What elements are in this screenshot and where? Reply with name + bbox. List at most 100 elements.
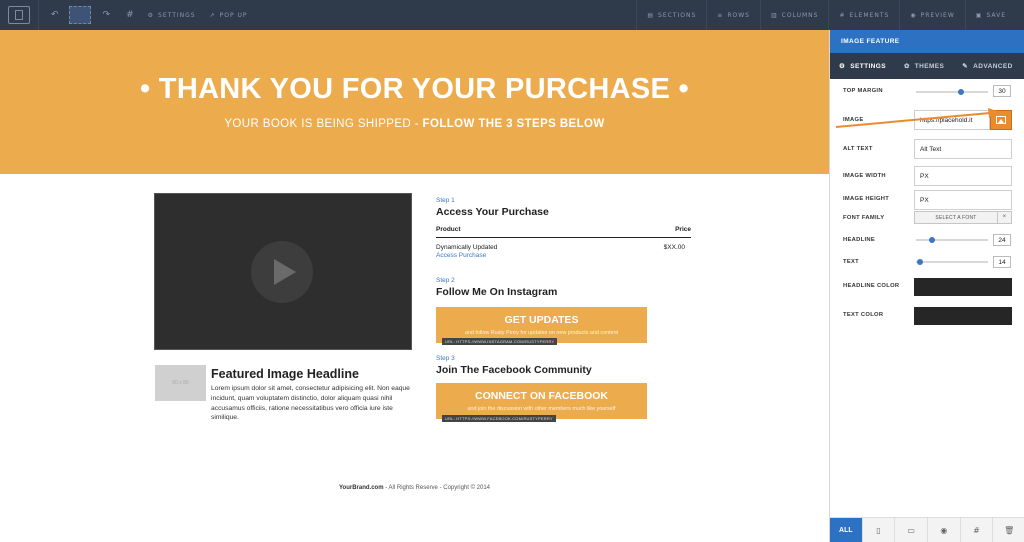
alt-text-input[interactable]: Alt Text [914, 139, 1012, 159]
hero-title: • THANK YOU FOR YOUR PURCHASE • [140, 73, 689, 105]
hero-section[interactable]: • THANK YOU FOR YOUR PURCHASE • YOUR BOO… [0, 30, 829, 174]
clear-font-icon[interactable]: × [997, 212, 1011, 223]
preview-button[interactable]: ◉ PREVIEW [899, 0, 964, 30]
facebook-url-tag: URL: HTTPS://WWW.FACEBOOK.COM/RUSTYPERRY [442, 415, 556, 422]
elements-icon: # [839, 11, 846, 19]
top-margin-label: TOP MARGIN [843, 88, 883, 94]
step1-label: Step 1 [436, 197, 455, 204]
image-url-input[interactable]: https://placehold.it [914, 110, 990, 130]
play-icon[interactable] [251, 241, 313, 303]
tab-settings[interactable]: ⚙ SETTINGS [830, 53, 895, 79]
page-footer: YourBrand.com - All Rights Reserve - Cop… [0, 485, 829, 491]
purchase-table: Product Price Dynamically Updated Access… [436, 226, 691, 259]
popup-label: POP UP [219, 11, 248, 19]
headline-size-label: HEADLINE [843, 237, 876, 243]
eye-icon[interactable]: ◉ [927, 518, 960, 542]
headline-size-slider[interactable] [916, 237, 988, 243]
columns-button[interactable]: ▥ COLUMNS [759, 0, 829, 30]
top-toolbar: ↶ ↷ # ⚙ SETTINGS ↗ POP UP ▤ SECTIONS ≡ R… [0, 0, 1024, 30]
table-row: Dynamically Updated Access Purchase $XX.… [436, 238, 691, 259]
headline-size-slider-knob[interactable] [928, 237, 935, 243]
undo-icon[interactable]: ↶ [51, 10, 59, 20]
image-icon [996, 116, 1006, 124]
tab-themes-label: THEMES [914, 62, 945, 70]
get-updates-subtext: and follow Rusty Perry for updates on ne… [464, 330, 619, 336]
product-name: Dynamically Updated [436, 244, 498, 251]
connect-facebook-label: CONNECT ON FACEBOOK [474, 390, 608, 402]
headline-size-value[interactable]: 24 [993, 234, 1011, 246]
column-price: Price [675, 226, 691, 233]
hero-subtitle-plain: YOUR BOOK IS BEING SHIPPED - [224, 118, 423, 130]
text-size-slider[interactable] [916, 259, 988, 265]
image-width-input[interactable]: PX [914, 166, 1012, 186]
redo-icon[interactable]: ↷ [103, 10, 111, 20]
mobile-icon[interactable]: ▯ [861, 518, 895, 542]
sections-icon: ▤ [647, 11, 655, 19]
video-player[interactable] [154, 193, 412, 350]
image-label: IMAGE [843, 117, 864, 123]
image-height-input[interactable]: PX [914, 190, 1012, 210]
hash-icon[interactable]: # [126, 10, 134, 20]
rows-button[interactable]: ≡ ROWS [706, 0, 760, 30]
tab-advanced[interactable]: ✎ ADVANCED [953, 53, 1021, 79]
feature-text: Lorem ipsum dolor sit amet, consectetur … [211, 385, 410, 422]
top-margin-value[interactable]: 30 [993, 85, 1011, 97]
footer-brand: YourBrand.com [338, 485, 384, 491]
step3-block: Step 3 Join The Facebook Community [436, 355, 696, 376]
hash-icon[interactable]: # [959, 518, 993, 542]
popup-button[interactable]: ↗ POP UP [210, 12, 248, 19]
desktop-icon[interactable]: ▭ [894, 518, 927, 542]
settings-label: SETTINGS [158, 11, 196, 19]
palette-icon: ✿ [903, 63, 910, 70]
wrench-icon: ✎ [962, 63, 969, 70]
select-font-button[interactable]: SELECT A FONT × [914, 211, 1012, 224]
headline-color-swatch[interactable] [914, 278, 1012, 296]
select-font-label: SELECT A FONT [935, 215, 977, 221]
text-size-slider-knob[interactable] [916, 259, 923, 265]
layout-icon[interactable] [8, 6, 30, 24]
save-button[interactable]: ▣ SAVE [964, 0, 1016, 30]
text-size-value[interactable]: 14 [993, 256, 1011, 268]
step1-title: Access Your Purchase [436, 206, 549, 218]
top-margin-slider-knob[interactable] [957, 89, 964, 95]
alt-text-label: ALT TEXT [843, 146, 873, 152]
text-color-label: TEXT COLOR [843, 312, 884, 318]
sections-label: SECTIONS [658, 11, 697, 19]
external-link-icon: ↗ [209, 11, 216, 19]
hero-subtitle: YOUR BOOK IS BEING SHIPPED - FOLLOW THE … [0, 118, 829, 130]
rows-label: ROWS [727, 11, 750, 19]
save-icon: ▣ [975, 11, 983, 19]
toolbar-right-group: ▤ SECTIONS ≡ ROWS ▥ COLUMNS # ELEMENTS ◉… [636, 0, 1016, 30]
image-height-label: IMAGE HEIGHT [843, 196, 890, 202]
page-canvas: • THANK YOU FOR YOUR PURCHASE • YOUR BOO… [0, 30, 829, 542]
feature-thumbnail[interactable]: 80 x 80 [155, 365, 206, 401]
step3-label: Step 3 [436, 355, 455, 362]
text-color-swatch[interactable] [914, 307, 1012, 325]
tab-settings-label: SETTINGS [850, 62, 886, 70]
sections-button[interactable]: ▤ SECTIONS [636, 0, 706, 30]
trash-icon[interactable]: 🗑 [992, 518, 1024, 542]
instagram-url-tag: URL: HTTPS://WWW.INSTAGRAM.COM/RUSTYPERR… [442, 338, 558, 345]
product-price: $XX.00 [663, 244, 685, 251]
step3-title: Join The Facebook Community [436, 364, 592, 376]
settings-button[interactable]: ⚙ SETTINGS [148, 12, 196, 19]
hero-subtitle-bold: FOLLOW THE 3 STEPS BELOW [422, 118, 605, 130]
gear-icon: ⚙ [839, 63, 846, 70]
step2-label: Step 2 [436, 277, 455, 284]
text-size-label: TEXT [843, 259, 860, 265]
image-picker-button[interactable] [990, 110, 1012, 130]
elements-button[interactable]: # ELEMENTS [828, 0, 899, 30]
selection-box-icon[interactable] [68, 6, 91, 24]
all-devices-button[interactable]: ALL [830, 518, 862, 542]
columns-icon: ▥ [770, 11, 778, 19]
gear-icon: ⚙ [147, 11, 155, 19]
rows-icon: ≡ [717, 11, 724, 19]
top-margin-slider[interactable] [916, 89, 988, 95]
footer-copyright: - All Rights Reserve - Copyright © 2014 [383, 485, 491, 491]
access-purchase-link[interactable]: Access Purchase [436, 252, 497, 259]
connect-facebook-button[interactable]: CONNECT ON FACEBOOK and join the discuss… [436, 383, 647, 419]
columns-label: COLUMNS [781, 11, 819, 19]
panel-tabs: ⚙ SETTINGS ✿ THEMES ✎ ADVANCED [830, 53, 1024, 79]
font-family-label: FONT FAMILY [843, 215, 885, 221]
tab-themes[interactable]: ✿ THEMES [895, 53, 953, 79]
